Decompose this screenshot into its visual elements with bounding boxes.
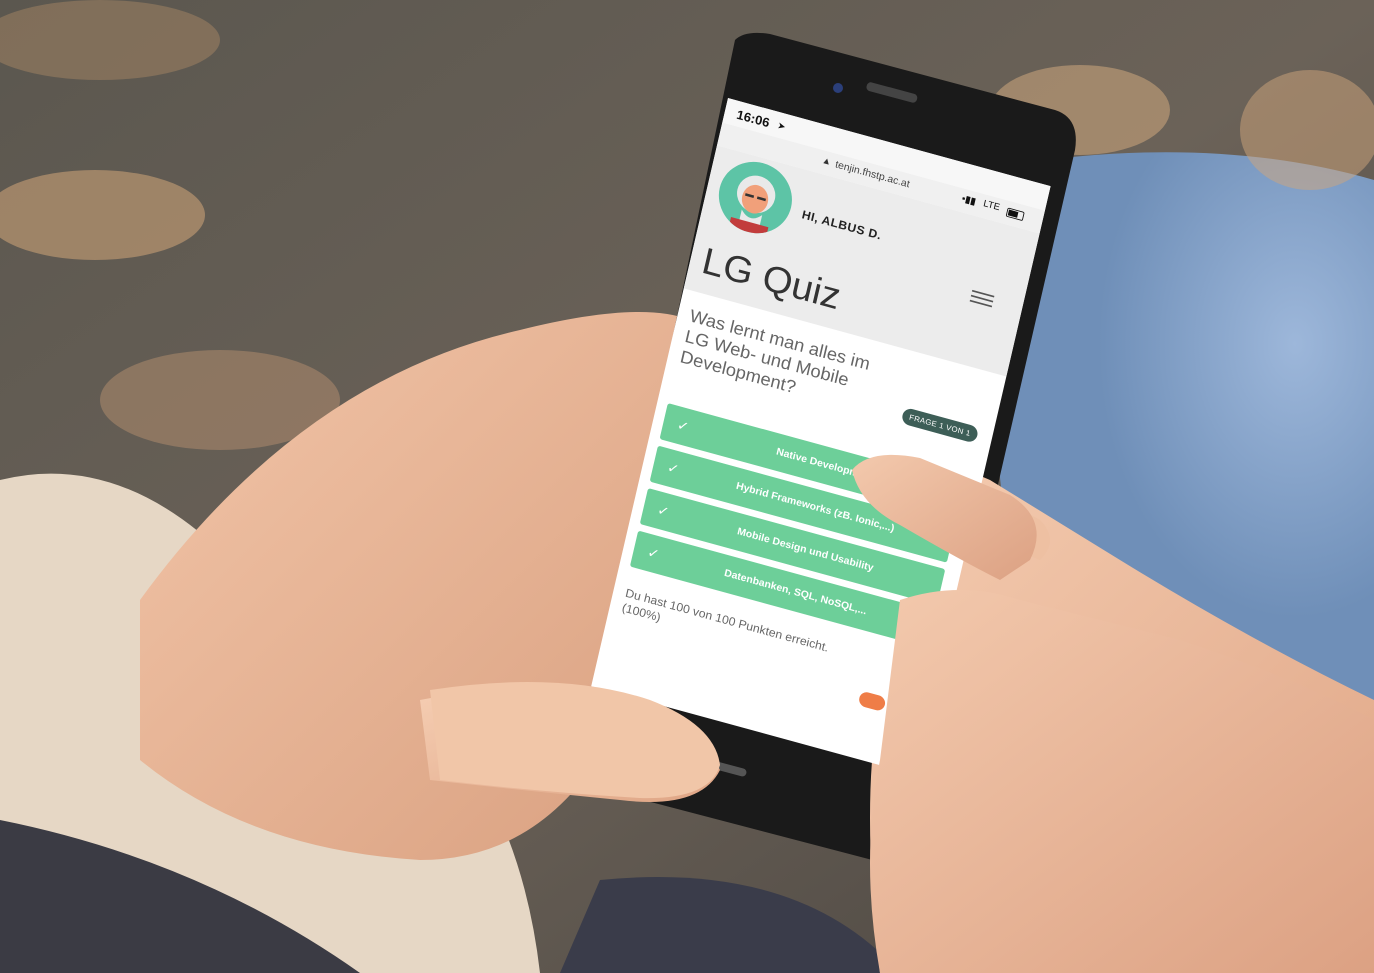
front-camera [833,83,843,93]
check-icon: ✓ [665,460,681,478]
next-button[interactable] [857,690,887,713]
check-icon: ✓ [645,545,661,563]
progress-badge: FRAGE 1 VON 1 [900,406,980,444]
check-icon: ✓ [655,503,671,521]
location-arrow-icon: ➤ [776,120,787,133]
leaf-blur [1240,70,1374,190]
check-icon: ✓ [675,418,691,436]
